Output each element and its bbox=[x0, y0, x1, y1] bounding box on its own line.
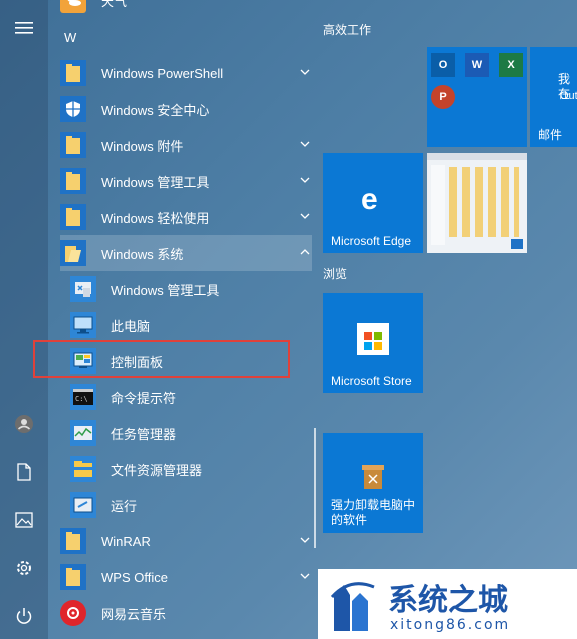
list-item-label: Windows 系统 bbox=[101, 246, 184, 262]
cmd-icon: C:\ bbox=[70, 384, 96, 410]
user-icon[interactable] bbox=[12, 412, 36, 436]
word-icon: W bbox=[465, 53, 489, 77]
castle-logo-icon bbox=[330, 577, 378, 633]
task-manager-icon bbox=[70, 420, 96, 446]
app-list: 天气 W Windows PowerShell Windows 安全中心 Win… bbox=[48, 0, 312, 639]
this-pc-icon bbox=[70, 312, 96, 338]
folder-icon bbox=[60, 60, 86, 86]
explorer-preview-tile[interactable] bbox=[427, 153, 527, 253]
edge-icon: e bbox=[358, 183, 388, 216]
list-item-label: 运行 bbox=[111, 498, 138, 514]
tiles-panel: 高效工作 O W X P 我在 Out 邮件 e Microsoft Edge … bbox=[317, 0, 577, 639]
watermark-url: xitong86.com bbox=[390, 617, 511, 633]
mail-tile[interactable]: 我在 Out 邮件 bbox=[530, 47, 577, 147]
excel-icon: X bbox=[499, 53, 523, 77]
uninstall-label-line2: 的软件 bbox=[331, 513, 368, 527]
store-label: Microsoft Store bbox=[331, 374, 412, 388]
list-item-label: Windows 安全中心 bbox=[101, 102, 210, 118]
list-item-label: 网易云音乐 bbox=[101, 606, 167, 622]
office-tile[interactable]: O W X P bbox=[427, 47, 527, 147]
list-item-label: Windows 附件 bbox=[101, 138, 184, 154]
list-item-label: Windows 管理工具 bbox=[101, 174, 210, 190]
chevron-down-icon[interactable] bbox=[298, 569, 312, 583]
watermark-title: 系统之城 bbox=[388, 583, 508, 618]
list-item-label: 文件资源管理器 bbox=[111, 462, 203, 478]
list-item-windows-system[interactable]: Windows 系统 bbox=[60, 235, 312, 271]
settings-icon[interactable] bbox=[12, 556, 36, 580]
svg-text:e: e bbox=[361, 183, 378, 213]
list-item-windows-admin-tools[interactable]: Windows 管理工具 bbox=[60, 163, 312, 199]
list-item-wps-office[interactable]: WPS Office bbox=[60, 559, 312, 595]
list-item-windows-accessories[interactable]: Windows 附件 bbox=[60, 127, 312, 163]
folder-icon bbox=[60, 564, 86, 590]
list-item-label: 此电脑 bbox=[111, 318, 151, 334]
sub-item-admin-tools[interactable]: Windows 管理工具 bbox=[70, 271, 312, 307]
list-item-label: Windows 轻松使用 bbox=[101, 210, 210, 226]
list-item-netease-music[interactable]: 网易云音乐 bbox=[60, 595, 312, 631]
folder-icon bbox=[60, 204, 86, 230]
edge-tile[interactable]: e Microsoft Edge bbox=[323, 153, 423, 253]
folder-icon bbox=[60, 528, 86, 554]
uninstall-tile[interactable]: 强力卸载电脑中 的软件 bbox=[323, 433, 423, 533]
list-item-label: 天气 bbox=[101, 0, 128, 9]
folder-icon bbox=[60, 132, 86, 158]
letter-header[interactable]: W bbox=[64, 30, 76, 45]
group-title-productivity[interactable]: 高效工作 bbox=[323, 21, 371, 38]
mail-label: 邮件 bbox=[538, 128, 563, 142]
folder-icon bbox=[60, 168, 86, 194]
sub-item-command-prompt[interactable]: C:\ 命令提示符 bbox=[70, 379, 312, 415]
outlook-icon: O bbox=[431, 53, 455, 77]
document-icon[interactable] bbox=[12, 460, 36, 484]
list-item-label: WinRAR bbox=[101, 533, 151, 549]
edge-label: Microsoft Edge bbox=[331, 234, 412, 248]
sub-item-file-explorer[interactable]: 文件资源管理器 bbox=[70, 451, 312, 487]
pictures-icon[interactable] bbox=[12, 508, 36, 532]
sub-item-this-pc[interactable]: 此电脑 bbox=[70, 307, 312, 343]
run-icon bbox=[70, 492, 96, 518]
chevron-down-icon[interactable] bbox=[298, 209, 312, 223]
list-item-windows-security[interactable]: Windows 安全中心 bbox=[60, 91, 312, 127]
netease-music-icon bbox=[60, 600, 86, 626]
sub-item-task-manager[interactable]: 任务管理器 bbox=[70, 415, 312, 451]
watermark-logo: 系统之城 xitong86.com bbox=[318, 569, 577, 639]
weather-icon bbox=[60, 0, 86, 13]
list-item-label: Windows PowerShell bbox=[101, 65, 224, 81]
photos-icon bbox=[511, 239, 523, 249]
chevron-down-icon[interactable] bbox=[298, 173, 312, 187]
admin-tools-icon bbox=[70, 276, 96, 302]
chevron-down-icon[interactable] bbox=[298, 533, 312, 547]
power-icon[interactable] bbox=[12, 604, 36, 628]
list-item-label: 命令提示符 bbox=[111, 390, 177, 406]
group-title-browse[interactable]: 浏览 bbox=[323, 265, 347, 282]
list-item-windows-powershell[interactable]: Windows PowerShell bbox=[60, 55, 312, 91]
chevron-up-icon[interactable] bbox=[298, 245, 312, 259]
app-list-scrollbar[interactable] bbox=[314, 428, 316, 548]
hamburger-menu-icon[interactable] bbox=[12, 16, 36, 40]
list-item-label: WPS Office bbox=[101, 569, 168, 585]
list-item-label: 任务管理器 bbox=[111, 426, 177, 442]
shield-icon bbox=[60, 96, 86, 122]
folder-open-icon bbox=[60, 240, 86, 266]
uninstall-label-line1: 强力卸载电脑中 bbox=[331, 498, 416, 512]
list-item-windows-ease-of-access[interactable]: Windows 轻松使用 bbox=[60, 199, 312, 235]
chevron-down-icon[interactable] bbox=[298, 65, 312, 79]
highlight-box bbox=[33, 340, 290, 378]
uninstaller-icon bbox=[361, 463, 385, 489]
list-item[interactable]: 天气 bbox=[60, 0, 312, 18]
file-explorer-icon bbox=[70, 456, 96, 482]
list-item-label: Windows 管理工具 bbox=[111, 282, 220, 298]
svg-text:C:\: C:\ bbox=[75, 395, 88, 403]
list-item-winrar[interactable]: WinRAR bbox=[60, 523, 312, 559]
chevron-down-icon[interactable] bbox=[298, 137, 312, 151]
store-tile[interactable]: Microsoft Store bbox=[323, 293, 423, 393]
store-icon bbox=[357, 323, 389, 355]
sub-item-run[interactable]: 运行 bbox=[70, 487, 312, 523]
start-left-rail bbox=[0, 0, 48, 639]
mail-subtitle: Out bbox=[560, 90, 577, 102]
powerpoint-icon: P bbox=[431, 85, 455, 109]
